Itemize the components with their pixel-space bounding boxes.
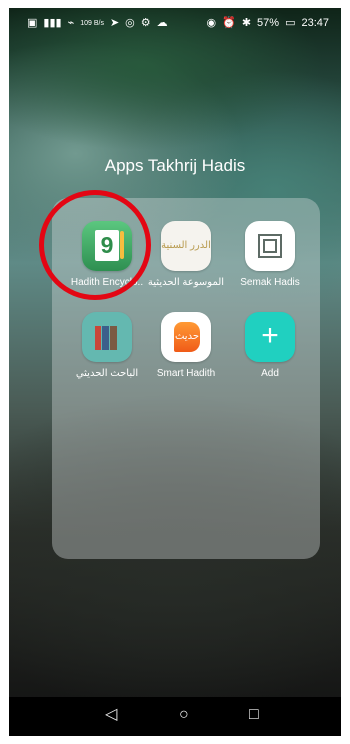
app-smart-hadith[interactable]: حديث Smart Hadith (141, 312, 231, 379)
smart-hadith-icon: حديث (161, 312, 211, 362)
status-left: ▣ ▮▮▮ ⌁ 109 B/s ➤ ◎ ⚙ ☁ (27, 18, 168, 29)
eye-icon: ◉ (206, 17, 217, 29)
battery-percentage: 57% (257, 17, 280, 29)
alarm-icon: ⏰ (222, 17, 236, 29)
battery-icon: ▭ (285, 17, 296, 29)
app-label: الباحث الحديثي (75, 368, 139, 379)
clock: 23:47 (301, 17, 329, 29)
app-bahith-hadithi[interactable]: الباحث الحديثي (62, 312, 152, 379)
app-label: الموسوعة الحديثية (147, 277, 225, 288)
status-bar: ▣ ▮▮▮ ⌁ 109 B/s ➤ ◎ ⚙ ☁ ◉ ⏰ ✱ 57% ▭ 23:4… (9, 8, 341, 42)
plus-icon: + (245, 312, 295, 362)
app-label: Semak Hadis (240, 277, 300, 288)
add-app-button[interactable]: + Add (225, 312, 315, 379)
settings-icon: ⚙ (140, 17, 151, 29)
red-highlight-circle (39, 190, 151, 300)
books-icon (82, 312, 132, 362)
network-speed: 109 B/s (80, 20, 104, 27)
wifi-icon: ⌁ (67, 17, 75, 29)
navigation-bar: ◁ ○ □ (9, 697, 341, 736)
status-right: ◉ ⏰ ✱ 57% ▭ 23:47 (207, 18, 330, 29)
smart-hadith-icon-text: حديث (174, 322, 200, 352)
back-button[interactable]: ◁ (105, 707, 117, 723)
signal-icon: ▮▮▮ (43, 17, 62, 29)
bluetooth-icon: ✱ (241, 17, 252, 29)
dorar-icon: الدرر السنية (161, 221, 211, 271)
home-button[interactable]: ○ (179, 707, 189, 723)
folder-title: Apps Takhrij Hadis (104, 156, 246, 175)
app-semak-hadis[interactable]: Semak Hadis (225, 221, 315, 288)
sim-icon: ▣ (27, 17, 38, 29)
app-mawsuah-hadithiyah[interactable]: الدرر السنية الموسوعة الحديثية (141, 221, 231, 288)
whatsapp-icon: ◎ (125, 17, 135, 29)
app-label: Add (261, 368, 279, 379)
phone-screen: ▣ ▮▮▮ ⌁ 109 B/s ➤ ◎ ⚙ ☁ ◉ ⏰ ✱ 57% ▭ 23:4… (9, 8, 341, 736)
location-icon: ➤ (109, 17, 120, 29)
dorar-icon-text: الدرر السنية (161, 240, 211, 251)
semak-square-icon (245, 221, 295, 271)
cloud-icon: ☁ (156, 17, 168, 29)
recents-button[interactable]: □ (249, 707, 259, 723)
app-label: Smart Hadith (156, 368, 216, 379)
